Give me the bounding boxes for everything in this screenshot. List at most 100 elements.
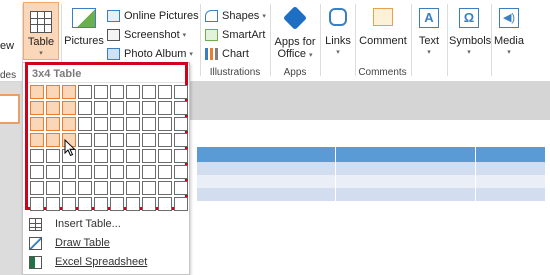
table-grid-cell[interactable] [46, 85, 60, 99]
table-grid-cell[interactable] [62, 197, 76, 211]
photo-album-button[interactable]: Photo Album ▾ [107, 46, 193, 62]
table-grid-cell[interactable] [78, 117, 92, 131]
shapes-button[interactable]: Shapes ▾ [205, 8, 266, 24]
table-grid-cell[interactable] [110, 165, 124, 179]
table-grid-cell[interactable] [126, 181, 140, 195]
table-grid-cell[interactable] [142, 101, 156, 115]
chart-button[interactable]: Chart [205, 46, 249, 62]
draw-table-item[interactable]: Draw Table [29, 234, 110, 252]
table-grid-cell[interactable] [30, 85, 44, 99]
table-grid-cell[interactable] [30, 181, 44, 195]
apps-for-office-button[interactable]: Apps for Office ▾ [273, 5, 317, 62]
pictures-button[interactable]: Pictures [64, 8, 104, 47]
table-grid-cell[interactable] [94, 117, 108, 131]
table-grid-cell[interactable] [174, 85, 188, 99]
table-grid-cell[interactable] [110, 85, 124, 99]
table-grid-cell[interactable] [30, 149, 44, 163]
table-grid-cell[interactable] [158, 117, 172, 131]
table-grid-cell[interactable] [30, 117, 44, 131]
table-grid-cell[interactable] [78, 181, 92, 195]
insert-table-item[interactable]: Insert Table... [29, 215, 121, 233]
table-grid-cell[interactable] [126, 133, 140, 147]
table-grid-cell[interactable] [46, 149, 60, 163]
table-grid-cell[interactable] [62, 165, 76, 179]
table-grid-cell[interactable] [126, 149, 140, 163]
text-button[interactable]: A Text ▾ [414, 8, 444, 59]
table-grid-cell[interactable] [158, 85, 172, 99]
table-grid-cell[interactable] [110, 197, 124, 211]
table-button[interactable]: Table ▾ [23, 2, 59, 60]
links-button[interactable]: Links ▾ [322, 8, 354, 59]
table-grid-cell[interactable] [78, 165, 92, 179]
table-grid-cell[interactable] [62, 117, 76, 131]
table-grid-cell[interactable] [110, 101, 124, 115]
table-grid-cell[interactable] [174, 181, 188, 195]
table-grid-cell[interactable] [62, 85, 76, 99]
table-grid-cell[interactable] [174, 165, 188, 179]
table-grid-cell[interactable] [30, 197, 44, 211]
table-grid-cell[interactable] [174, 101, 188, 115]
table-grid-cell[interactable] [78, 197, 92, 211]
table-grid-cell[interactable] [94, 149, 108, 163]
table-grid-cell[interactable] [158, 149, 172, 163]
table-grid-cell[interactable] [46, 181, 60, 195]
table-grid-cell[interactable] [46, 165, 60, 179]
table-grid-cell[interactable] [158, 165, 172, 179]
slide-table-preview[interactable] [195, 147, 545, 201]
media-button[interactable]: ◀) Media ▾ [493, 8, 525, 59]
table-grid-cell[interactable] [126, 85, 140, 99]
table-grid-cell[interactable] [142, 149, 156, 163]
pictures-icon [72, 8, 96, 28]
table-grid-cell[interactable] [94, 133, 108, 147]
table-grid-cell[interactable] [94, 85, 108, 99]
table-grid-cell[interactable] [110, 149, 124, 163]
table-grid-cell[interactable] [142, 117, 156, 131]
table-grid-cell[interactable] [30, 165, 44, 179]
table-grid-cell[interactable] [126, 101, 140, 115]
table-grid-cell[interactable] [78, 101, 92, 115]
table-grid-cell[interactable] [174, 149, 188, 163]
table-grid-cell[interactable] [142, 197, 156, 211]
partial-button-top[interactable]: ew [0, 38, 14, 54]
table-grid-cell[interactable] [46, 101, 60, 115]
slide-thumbnail[interactable] [0, 94, 20, 124]
table-grid-cell[interactable] [46, 197, 60, 211]
table-grid-cell[interactable] [174, 197, 188, 211]
table-grid-cell[interactable] [142, 133, 156, 147]
table-grid-cell[interactable] [142, 165, 156, 179]
symbols-button[interactable]: Ω Symbols ▾ [449, 8, 491, 59]
table-grid-cell[interactable] [94, 181, 108, 195]
table-grid-cell[interactable] [110, 181, 124, 195]
table-grid-cell[interactable] [142, 181, 156, 195]
table-grid-cell[interactable] [110, 133, 124, 147]
table-grid-cell[interactable] [46, 133, 60, 147]
table-grid-cell[interactable] [174, 117, 188, 131]
table-grid-cell[interactable] [94, 165, 108, 179]
table-grid-cell[interactable] [158, 133, 172, 147]
table-grid-cell[interactable] [94, 101, 108, 115]
table-grid-cell[interactable] [158, 181, 172, 195]
table-grid-cell[interactable] [158, 197, 172, 211]
table-grid-cell[interactable] [126, 117, 140, 131]
table-grid-cell[interactable] [62, 181, 76, 195]
table-grid-cell[interactable] [78, 133, 92, 147]
table-grid-cell[interactable] [158, 101, 172, 115]
table-grid-cell[interactable] [78, 85, 92, 99]
table-grid-cell[interactable] [30, 101, 44, 115]
comment-icon [373, 8, 393, 26]
table-grid-cell[interactable] [30, 133, 44, 147]
excel-spreadsheet-item[interactable]: Excel Spreadsheet [29, 253, 147, 271]
smartart-button[interactable]: SmartArt [205, 27, 265, 43]
table-grid-cell[interactable] [62, 101, 76, 115]
table-grid-cell[interactable] [126, 197, 140, 211]
table-grid-cell[interactable] [142, 85, 156, 99]
table-grid-cell[interactable] [126, 165, 140, 179]
table-grid-cell[interactable] [94, 197, 108, 211]
table-grid-cell[interactable] [78, 149, 92, 163]
comment-button[interactable]: Comment [358, 8, 408, 47]
screenshot-button[interactable]: Screenshot ▾ [107, 27, 186, 43]
table-grid-cell[interactable] [46, 117, 60, 131]
table-grid-cell[interactable] [110, 117, 124, 131]
table-grid-cell[interactable] [174, 133, 188, 147]
online-pictures-button[interactable]: Online Pictures [107, 8, 199, 24]
